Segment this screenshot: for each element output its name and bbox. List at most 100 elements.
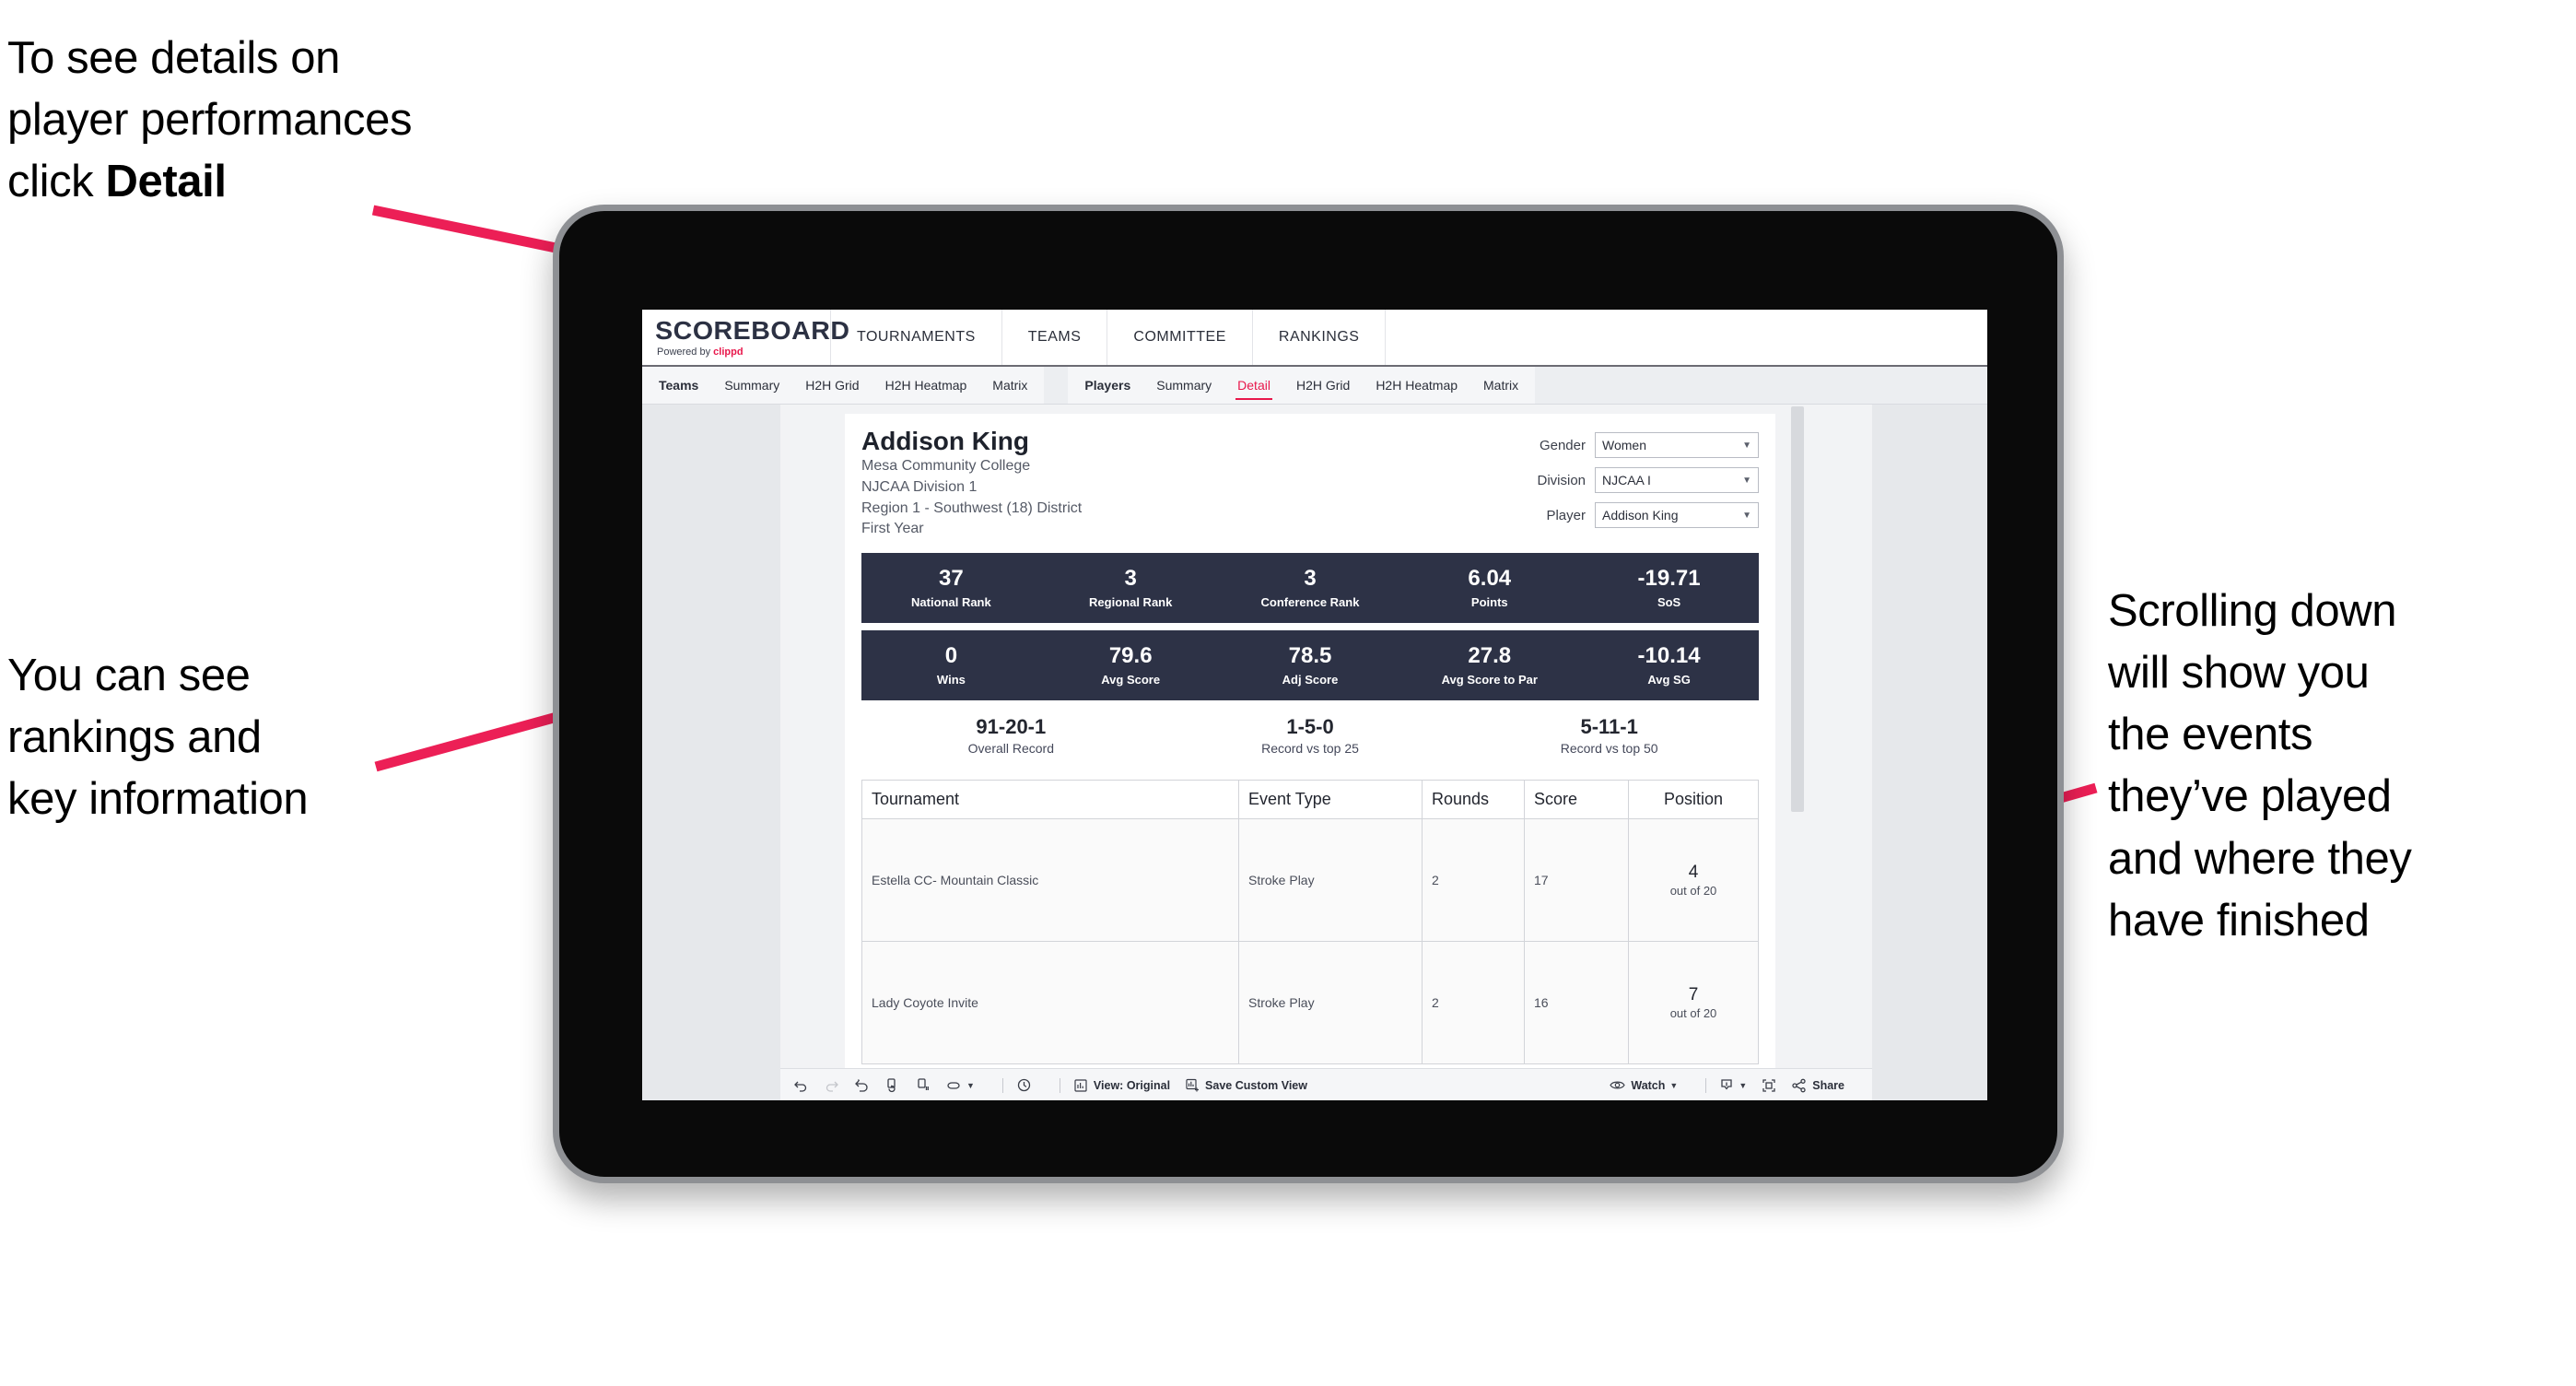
logo-text: SCOREBOARD (655, 315, 850, 345)
team-tab-group: Teams Summary H2H Grid H2H Heatmap Matri… (642, 367, 1045, 404)
fullscreen-button[interactable] (1762, 1078, 1776, 1093)
cell-position: 7 out of 20 (1628, 941, 1759, 1065)
tab-player-h2h-heatmap[interactable]: H2H Heatmap (1363, 367, 1470, 404)
filter-gender-value: Women (1602, 438, 1646, 452)
tablet-screen: SCOREBOARD Powered by clippd TOURNAMENTS… (642, 310, 1987, 1100)
app-logo[interactable]: SCOREBOARD Powered by clippd (642, 310, 850, 365)
page-body: Addison King Mesa Community College NJCA… (642, 405, 1987, 1100)
tablet-device-frame: SCOREBOARD Powered by clippd TOURNAMENTS… (553, 205, 2064, 1183)
cell-event-type: Stroke Play (1238, 818, 1423, 943)
chevron-down-icon: ▼ (1742, 510, 1751, 521)
tab-teams[interactable]: Teams (646, 367, 711, 404)
revert-button[interactable] (854, 1077, 870, 1093)
position-number: 7 (1688, 985, 1699, 1005)
stat-value: 79.6 (1108, 642, 1153, 668)
stat-label: Avg SG (1647, 673, 1691, 687)
view-original-label: View: Original (1093, 1078, 1171, 1092)
tab-team-matrix[interactable]: Matrix (979, 367, 1040, 404)
table-row[interactable]: Estella CC- Mountain Classic Stroke Play… (861, 818, 1759, 943)
column-header-event-type[interactable]: Event Type (1238, 780, 1423, 820)
tab-player-h2h-grid[interactable]: H2H Grid (1283, 367, 1363, 404)
undo-button[interactable] (793, 1077, 809, 1093)
record-vs-top-50: 5-11-1 Record vs top 50 (1459, 715, 1759, 756)
stat-label: Adj Score (1282, 673, 1339, 687)
nav-item-tournaments[interactable]: TOURNAMENTS (831, 310, 1002, 365)
nav-item-teams[interactable]: TEAMS (1002, 310, 1108, 365)
save-custom-view-label: Save Custom View (1205, 1078, 1307, 1092)
watch-button[interactable]: Watch ▼ (1610, 1079, 1678, 1092)
player-school: Mesa Community College (861, 458, 1031, 475)
tab-team-h2h-grid[interactable]: H2H Grid (792, 367, 872, 404)
filter-player-select[interactable]: Addison King ▼ (1595, 502, 1759, 528)
column-header-position[interactable]: Position (1628, 780, 1759, 820)
tab-player-matrix[interactable]: Matrix (1470, 367, 1531, 404)
toolbar-divider (1705, 1077, 1707, 1093)
vertical-scrollbar[interactable] (1791, 406, 1804, 812)
record-value: 5-11-1 (1580, 715, 1638, 739)
stat-wins: 0 Wins (861, 642, 1041, 687)
record-overall: 91-20-1 Overall Record (861, 715, 1161, 756)
record-label: Record vs top 50 (1560, 741, 1658, 757)
pan-tool-button[interactable]: ▼ (945, 1077, 975, 1093)
tablet-top-button-2 (928, 205, 966, 211)
stat-label: Avg Score (1101, 673, 1161, 687)
redo-button[interactable] (824, 1077, 839, 1093)
tab-player-detail[interactable]: Detail (1224, 367, 1283, 404)
cell-rounds: 2 (1422, 818, 1525, 943)
stat-value: 3 (1304, 565, 1317, 591)
records-row: 91-20-1 Overall Record 1-5-0 Record vs t… (861, 715, 1759, 756)
stat-label: National Rank (911, 595, 991, 610)
column-header-tournament[interactable]: Tournament (861, 780, 1239, 820)
stat-avg-score: 79.6 Avg Score (1041, 642, 1221, 687)
table-row[interactable]: Lady Coyote Invite Stroke Play 2 16 7 ou… (861, 941, 1759, 1065)
share-button[interactable]: Share (1791, 1078, 1844, 1093)
share-label: Share (1812, 1078, 1844, 1092)
filter-panel: Gender Women ▼ Division NJCAA I ▼ Player… (1537, 427, 1759, 540)
filter-gender: Gender Women ▼ (1537, 432, 1759, 458)
pause-data-button[interactable] (915, 1077, 931, 1093)
save-custom-view-button[interactable]: Save Custom View (1185, 1078, 1307, 1093)
view-original-button[interactable]: View: Original (1073, 1078, 1170, 1093)
position-out-of: out of 20 (1669, 884, 1717, 899)
logo-subtext-prefix: Powered by (657, 346, 714, 358)
dashboard-sheet: Addison King Mesa Community College NJCA… (780, 405, 1872, 1100)
stat-national-rank: 37 National Rank (861, 565, 1041, 610)
events-table: Tournament Event Type Rounds Score Posit… (861, 780, 1759, 1065)
tab-player-summary[interactable]: Summary (1143, 367, 1224, 404)
table-header-row: Tournament Event Type Rounds Score Posit… (861, 780, 1759, 820)
refresh-data-button[interactable] (884, 1077, 900, 1093)
tab-players[interactable]: Players (1071, 367, 1143, 404)
logo-brand: clippd (713, 346, 744, 358)
stat-label: Avg Score to Par (1441, 673, 1538, 687)
cell-score: 17 (1524, 818, 1629, 943)
history-clock-button[interactable] (1016, 1077, 1032, 1093)
stat-value: 6.04 (1468, 565, 1512, 591)
filter-player-value: Addison King (1602, 508, 1679, 523)
tab-team-summary[interactable]: Summary (711, 367, 792, 404)
cell-tournament: Estella CC- Mountain Classic (861, 818, 1239, 943)
tablet-side-button-1 (553, 462, 559, 493)
stat-regional-rank: 3 Regional Rank (1041, 566, 1221, 609)
filter-division-select[interactable]: NJCAA I ▼ (1595, 467, 1759, 493)
stat-value: 37 (939, 565, 964, 591)
nav-item-committee[interactable]: COMMITTEE (1107, 310, 1253, 365)
position-out-of: out of 20 (1669, 1006, 1717, 1021)
stats-row-primary: 37 National Rank 3 Regional Rank 3 Confe… (861, 553, 1759, 624)
download-button[interactable]: ▼ (1719, 1078, 1747, 1093)
filter-division-label: Division (1537, 472, 1586, 488)
stat-value: -10.14 (1637, 642, 1701, 668)
column-header-rounds[interactable]: Rounds (1422, 780, 1525, 820)
stat-value: 0 (944, 642, 958, 668)
stat-label: Points (1470, 595, 1508, 610)
cell-event-type: Stroke Play (1238, 941, 1423, 1065)
filter-gender-select[interactable]: Women ▼ (1595, 432, 1759, 458)
tablet-volume-down-button (553, 578, 559, 622)
column-header-score[interactable]: Score (1524, 780, 1629, 820)
stat-value: -19.71 (1637, 565, 1701, 591)
record-vs-top-25: 1-5-0 Record vs top 25 (1161, 715, 1460, 756)
filter-gender-label: Gender (1539, 437, 1586, 453)
tab-team-h2h-heatmap[interactable]: H2H Heatmap (872, 367, 980, 404)
stat-sos: -19.71 SoS (1579, 565, 1759, 609)
nav-item-rankings[interactable]: RANKINGS (1253, 310, 1387, 365)
record-value: 91-20-1 (976, 715, 1047, 739)
